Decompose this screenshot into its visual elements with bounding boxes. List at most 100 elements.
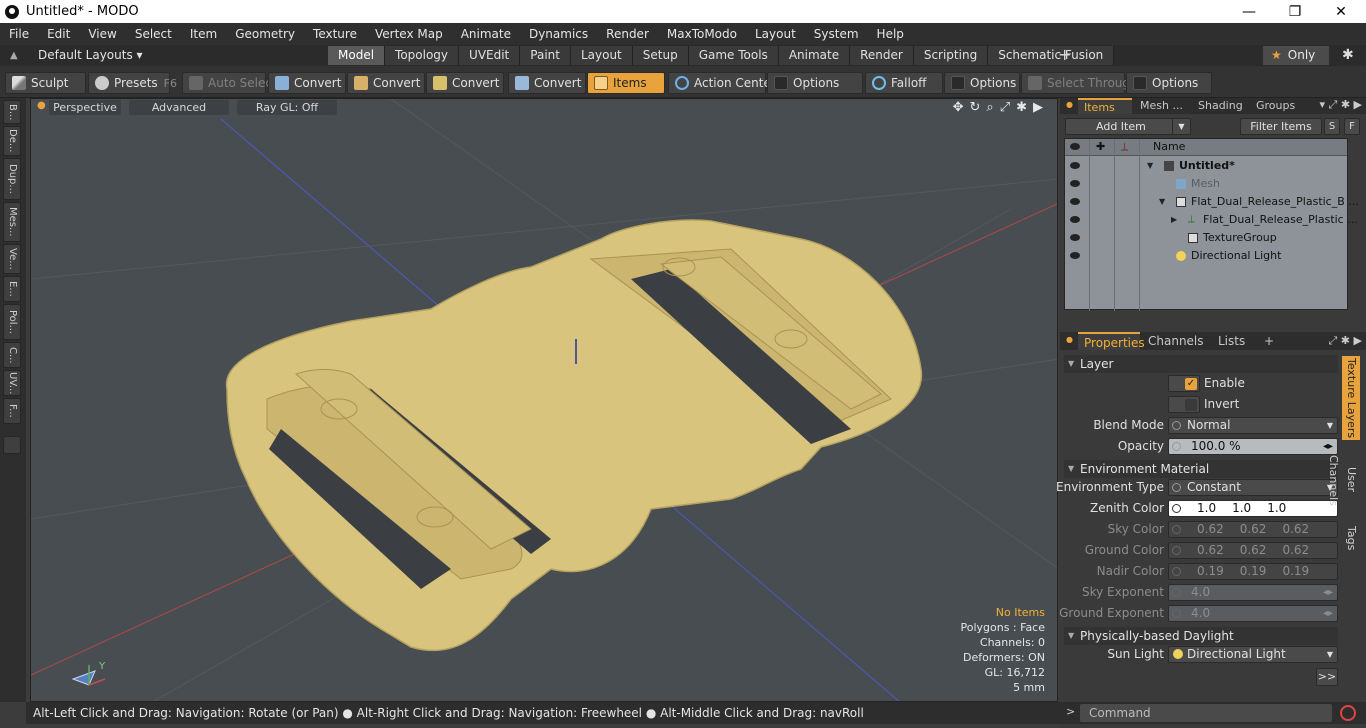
enable-checkbox[interactable]: ✓ [1168, 375, 1200, 392]
menu-texture[interactable]: Texture [304, 27, 366, 41]
sky-color-field[interactable]: 0.62 0.62 0.62 [1168, 521, 1338, 538]
add-item-dropdown-icon[interactable]: ▼ [1172, 119, 1190, 134]
tree-row-mesh[interactable]: Mesh [1065, 175, 1347, 193]
section-physically-based-daylight[interactable]: Physically-based Daylight [1064, 627, 1338, 645]
left-tab-duplicate[interactable]: Dup... [3, 158, 21, 200]
menu-vertex-map[interactable]: Vertex Map [366, 27, 452, 41]
convert-edges-button[interactable]: Convert [347, 72, 425, 94]
invert-checkbox[interactable] [1168, 396, 1200, 413]
menu-maxtomodo[interactable]: MaxToModo [658, 27, 746, 41]
menu-item[interactable]: Item [181, 27, 226, 41]
more-button[interactable]: >> [1316, 668, 1338, 686]
tab-properties[interactable]: Properties [1078, 332, 1145, 350]
left-tab-deform[interactable]: De... [3, 126, 21, 156]
visibility-eye-icon[interactable] [1070, 252, 1080, 259]
item-tree[interactable]: ✚ ⟂ Name ▼ Untitled* Mesh ▼ Flat_Dual_Re… [1064, 138, 1359, 311]
stop-icon[interactable] [1340, 705, 1356, 721]
tab-uvedit[interactable]: UVEdit [459, 46, 521, 65]
slider-arrows-icon[interactable]: ◂▸ [1323, 585, 1333, 600]
tab-user-channels[interactable]: User Channels [1327, 442, 1360, 518]
left-tab-mesh-edit[interactable]: Mes... [3, 202, 21, 242]
menu-view[interactable]: View [79, 27, 125, 41]
menu-animate[interactable]: Animate [452, 27, 520, 41]
menu-geometry[interactable]: Geometry [226, 27, 304, 41]
add-tab-button[interactable]: + [1258, 332, 1278, 350]
ground-color-field[interactable]: 0.62 0.62 0.62 [1168, 542, 1338, 559]
tab-mesh[interactable]: Mesh ... [1134, 98, 1190, 114]
tab-texture-layers[interactable]: Texture Layers [1342, 356, 1360, 440]
visibility-eye-icon[interactable] [1070, 162, 1080, 169]
left-tab-vertex[interactable]: Ve... [3, 244, 21, 274]
blend-mode-dropdown[interactable]: Normal ▼ [1168, 417, 1338, 434]
left-tab-basic[interactable]: B... [3, 100, 21, 124]
tree-row-texture-group[interactable]: TextureGroup [1065, 229, 1347, 247]
tab-topology[interactable]: Topology [385, 46, 460, 65]
select-through-button[interactable]: Select Through [1021, 72, 1138, 94]
auto-select-button[interactable]: Auto Select [182, 72, 277, 94]
environment-type-dropdown[interactable]: Constant▼ [1168, 479, 1338, 496]
tab-schematic-fusion[interactable]: Schematic Fusion [988, 46, 1115, 65]
panel-menu-dot-icon[interactable]: ● [1066, 100, 1073, 109]
opacity-slider[interactable]: 100.0 % ◂▸ [1168, 438, 1338, 455]
viewport-scene[interactable]: Y [31, 99, 1058, 702]
tree-row-scene[interactable]: ▼ Untitled* [1065, 157, 1347, 175]
rotate-icon[interactable]: ↻ [970, 100, 981, 115]
fit-icon[interactable]: ⤢ [1000, 100, 1010, 115]
command-input[interactable]: Command [1080, 704, 1332, 722]
viewport-expand-icon[interactable]: ▶ [1033, 100, 1043, 115]
zoom-icon[interactable]: ⌕ [986, 100, 993, 115]
tab-tags[interactable]: Tags [1342, 520, 1360, 556]
only-button[interactable]: ★ Only [1263, 46, 1329, 65]
menu-render[interactable]: Render [597, 27, 658, 41]
maximize-button[interactable]: ❐ [1272, 0, 1318, 23]
advanced-dropdown[interactable]: Advanced [129, 100, 229, 115]
f-button[interactable]: F [1344, 118, 1360, 135]
add-item-button[interactable]: Add Item ▼ [1065, 118, 1191, 135]
menu-file[interactable]: File [0, 27, 38, 41]
left-tab-uv[interactable]: UV... [3, 370, 21, 396]
left-tab-curve[interactable]: C... [3, 342, 21, 368]
panel-tab-controls[interactable]: ⤢ ✱ ▶ [1329, 334, 1362, 348]
sculpt-button[interactable]: Sculpt [5, 72, 86, 94]
convert-vertices-button[interactable]: Convert [268, 72, 346, 94]
left-tab-edge[interactable]: E... [3, 276, 21, 302]
visibility-eye-icon[interactable] [1070, 198, 1080, 205]
left-tab-polygon[interactable]: Pol... [3, 304, 21, 340]
tab-model[interactable]: Model [328, 46, 386, 65]
raygl-toggle[interactable]: Ray GL: Off [237, 100, 337, 115]
gear-icon[interactable]: ✱ [1342, 47, 1354, 63]
tree-row-directional-light[interactable]: Directional Light [1065, 247, 1347, 265]
zenith-color-field[interactable]: 1.0 1.0 1.0 [1168, 500, 1338, 517]
viewport-menu-dot-icon[interactable]: ● [37, 100, 46, 111]
menu-edit[interactable]: Edit [38, 27, 79, 41]
menu-help[interactable]: Help [868, 27, 913, 41]
tab-paint[interactable]: Paint [520, 46, 571, 65]
tab-scripting[interactable]: Scripting [913, 46, 989, 65]
sun-light-dropdown[interactable]: Directional Light ▼ [1168, 646, 1338, 663]
buckle-model[interactable] [225, 219, 923, 652]
tab-lists[interactable]: Lists [1212, 332, 1258, 350]
3d-viewport[interactable]: Y ● Perspective Advanced Ray GL: Off ✥ ↻… [30, 98, 1058, 702]
select-options-button[interactable]: Options [1126, 72, 1212, 94]
action-center-button[interactable]: Action Center [668, 72, 776, 94]
tab-render[interactable]: Render [850, 46, 914, 65]
visibility-eye-icon[interactable] [1070, 216, 1080, 223]
section-environment-material[interactable]: Environment Material [1064, 460, 1338, 478]
menu-layout[interactable]: Layout [746, 27, 805, 41]
menu-system[interactable]: System [805, 27, 868, 41]
slider-arrows-icon[interactable]: ◂▸ [1323, 606, 1333, 621]
tree-row-locator[interactable]: ▶ ⟂ Flat_Dual_Release_Plastic ... [1065, 211, 1358, 229]
minimize-button[interactable]: — [1226, 0, 1272, 23]
close-button[interactable]: ✕ [1318, 0, 1364, 23]
tab-game-tools[interactable]: Game Tools [688, 46, 779, 65]
pan-icon[interactable]: ✥ [953, 100, 964, 115]
sky-exponent-slider[interactable]: 4.0 ◂▸ [1168, 584, 1338, 601]
falloff-options-button[interactable]: Options [944, 72, 1020, 94]
tab-items[interactable]: Items [1078, 98, 1132, 114]
items-mode-button[interactable]: Items [587, 72, 665, 94]
tab-groups[interactable]: Groups [1250, 98, 1306, 114]
convert-materials-button[interactable]: Convert [508, 72, 586, 94]
perspective-dropdown[interactable]: Perspective [49, 100, 121, 115]
falloff-button[interactable]: Falloff [865, 72, 943, 94]
left-tab-fusion[interactable]: F... [3, 398, 21, 424]
